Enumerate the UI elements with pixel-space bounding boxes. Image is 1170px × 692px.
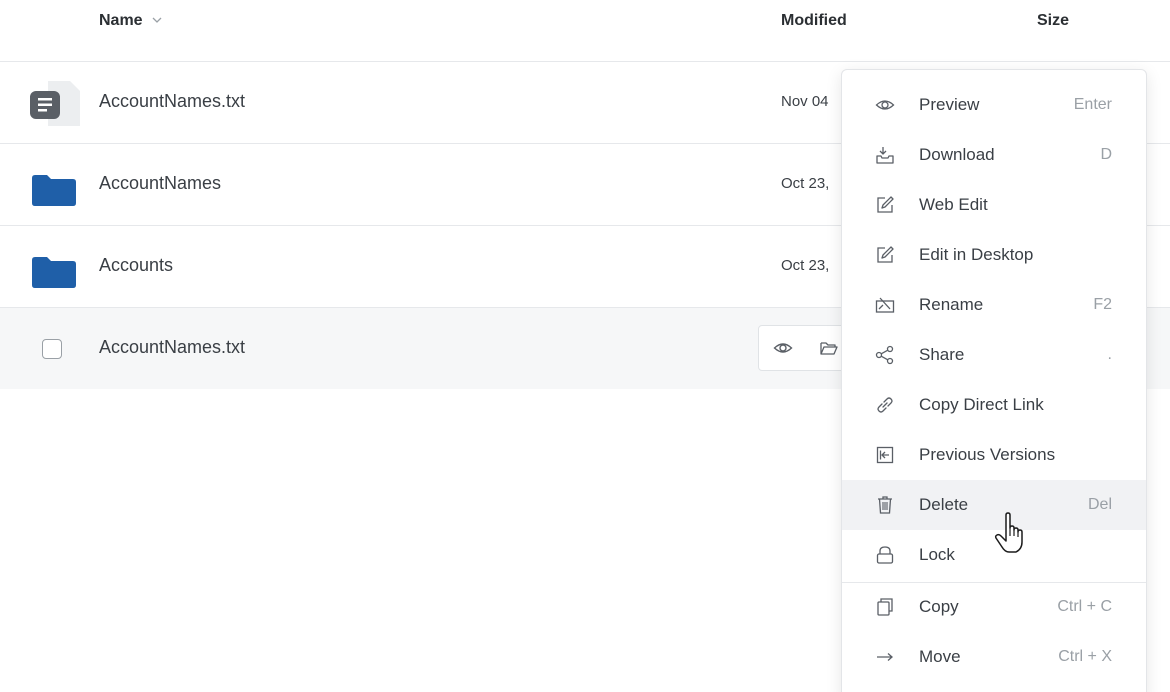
menu-item-shortcut: Ctrl + C: [1057, 598, 1112, 615]
link-icon: [877, 397, 893, 413]
rename-icon: [875, 297, 895, 313]
lock-icon: [876, 546, 894, 564]
menu-item-shortcut: D: [1100, 146, 1112, 163]
menu-item-preview[interactable]: Preview Enter: [842, 80, 1146, 130]
menu-item-label: Preview: [919, 95, 980, 114]
menu-item-shortcut: Ctrl + X: [1058, 648, 1112, 665]
arrow-right-icon: [877, 653, 893, 661]
menu-item-label: Web Edit: [919, 195, 988, 214]
trash-icon: [878, 496, 892, 514]
file-name[interactable]: AccountNames.txt: [99, 91, 245, 112]
menu-item-label: Copy Direct Link: [919, 395, 1044, 414]
menu-item-previous-versions[interactable]: Previous Versions: [842, 430, 1146, 480]
edit-icon: [877, 246, 894, 263]
file-name[interactable]: AccountNames.txt: [99, 337, 245, 358]
chevron-down-icon[interactable]: [151, 14, 163, 29]
menu-item-move[interactable]: Move Ctrl + X: [842, 632, 1146, 682]
menu-item-web-edit[interactable]: Web Edit: [842, 180, 1146, 230]
eye-icon: [875, 100, 895, 110]
menu-item-label: Edit in Desktop: [919, 245, 1034, 264]
modified-date: Nov 04: [781, 93, 829, 110]
folder-icon: [32, 257, 76, 288]
menu-item-shortcut: Del: [1087, 496, 1112, 513]
text-file-icon: [30, 81, 80, 126]
menu-item-edit-in-desktop[interactable]: Edit in Desktop: [842, 230, 1146, 280]
hand-cursor-icon: [994, 512, 1023, 553]
share-icon: [875, 345, 894, 365]
folder-name[interactable]: AccountNames: [99, 173, 221, 194]
edit-icon: [877, 196, 894, 213]
eye-icon[interactable]: [773, 338, 793, 358]
menu-item-shortcut: Enter: [1073, 96, 1112, 113]
menu-item-share[interactable]: Share .: [842, 330, 1146, 380]
menu-item-rename[interactable]: Rename F2: [842, 280, 1146, 330]
modified-column-header[interactable]: Modified: [781, 12, 847, 30]
menu-item-label: Download: [919, 145, 995, 164]
folder-open-icon[interactable]: [819, 338, 839, 358]
menu-item-label: Previous Versions: [919, 445, 1056, 464]
menu-item-label: Copy: [919, 597, 959, 616]
menu-item-label: Rename: [919, 295, 984, 314]
modified-date: Oct 23,: [781, 257, 830, 274]
context-menu: Preview Enter Download D Web Edit Edit i…: [841, 69, 1147, 692]
menu-item-copy[interactable]: Copy Ctrl + C: [842, 582, 1146, 632]
row-checkbox[interactable]: [42, 339, 62, 359]
menu-item-label: Share: [919, 345, 965, 364]
menu-item-label: Move: [919, 647, 961, 666]
folder-name[interactable]: Accounts: [99, 255, 173, 276]
menu-item-shortcut: .: [1107, 346, 1112, 363]
menu-item-copy-direct-link[interactable]: Copy Direct Link: [842, 380, 1146, 430]
folder-icon: [32, 175, 76, 206]
menu-item-label: Lock: [919, 545, 955, 564]
copy-icon: [877, 598, 893, 616]
download-icon: [876, 147, 894, 164]
file-browser: Name Modified Size AccountNames.txt Nov …: [0, 0, 1170, 692]
menu-item-shortcut: F2: [1093, 296, 1112, 313]
modified-date: Oct 23,: [781, 175, 830, 192]
size-column-header[interactable]: Size: [1037, 12, 1069, 30]
name-column-label: Name: [99, 12, 143, 29]
name-column-header[interactable]: Name: [99, 12, 163, 30]
menu-item-label: Delete: [919, 495, 969, 514]
menu-item-download[interactable]: Download D: [842, 130, 1146, 180]
list-header: Name Modified Size: [0, 0, 1170, 62]
versions-icon: [876, 446, 894, 464]
